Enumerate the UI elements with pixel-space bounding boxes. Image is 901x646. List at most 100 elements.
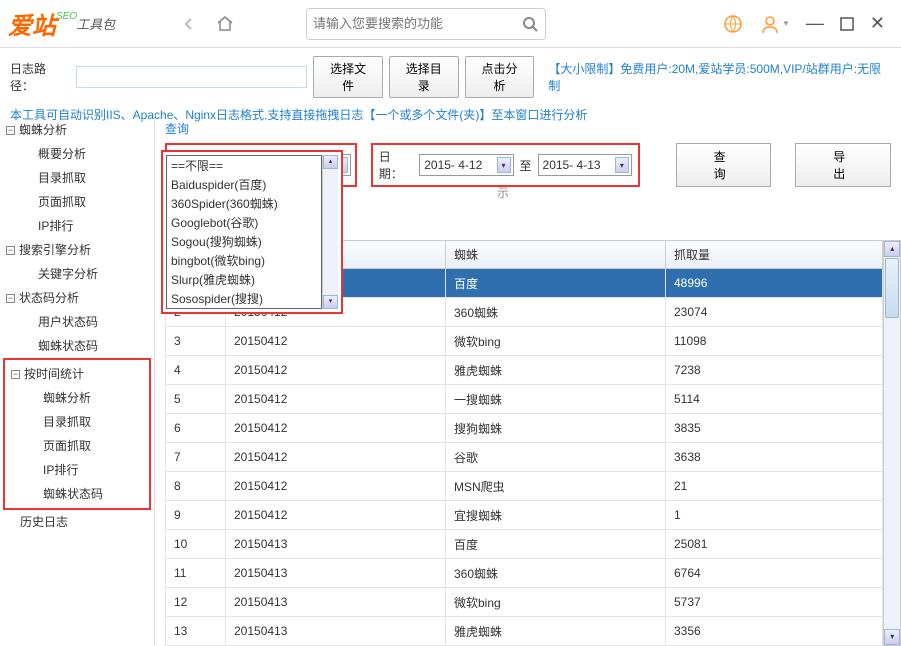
home-icon[interactable] [214,13,236,35]
cell-idx: 7 [166,443,226,472]
close-icon[interactable]: ✕ [870,13,885,34]
table-row[interactable]: 720150412谷歌3638 [166,443,883,472]
sidebar-item-dir-crawl[interactable]: 目录抓取 [0,166,154,190]
cell-spider: 微软bing [446,327,666,356]
cell-count: 3356 [666,617,883,646]
table-scrollbar[interactable]: ▴ ▾ [883,240,901,646]
cell-spider: 360蜘蛛 [446,298,666,327]
sidebar-item-page-crawl[interactable]: 页面抓取 [0,190,154,214]
user-icon[interactable]: ▼ [760,14,790,34]
table-row[interactable]: 1220150413微软bing5737 [166,588,883,617]
sidebar-label: 状态码分析 [19,288,79,308]
table-row[interactable]: 320150412微软bing11098 [166,327,883,356]
logo-seo: SEO [56,11,77,22]
th-count[interactable]: 抓取量 [666,241,883,269]
cell-date: 20150412 [226,327,446,356]
cell-idx: 10 [166,530,226,559]
cell-date: 20150412 [226,385,446,414]
back-icon[interactable] [178,13,200,35]
logo-sub: 工具包 [76,14,115,33]
cell-idx: 13 [166,617,226,646]
sidebar-item-t-page[interactable]: 页面抓取 [5,434,149,458]
sidebar-group-status[interactable]: −状态码分析 [0,286,154,310]
cell-spider: 宜搜蜘蛛 [446,501,666,530]
table-row[interactable]: 420150412雅虎蜘蛛7238 [166,356,883,385]
dd-item[interactable]: Baiduspider(百度) [167,175,321,194]
cell-idx: 6 [166,414,226,443]
query-button[interactable]: 查 询 [676,143,772,187]
minimize-icon[interactable]: — [806,13,824,34]
sidebar-group-bytime[interactable]: −按时间统计 [5,362,149,386]
cell-spider: 百度 [446,269,666,298]
path-input[interactable] [76,66,308,88]
date-label: 日期： [379,148,414,182]
export-button[interactable]: 导 出 [795,143,891,187]
sidebar-item-ip-rank[interactable]: IP排行 [0,214,154,238]
scroll-thumb[interactable] [885,258,899,318]
maximize-icon[interactable] [840,17,854,31]
date-from-combo[interactable]: 2015- 4-12▾ [419,154,513,176]
search-box[interactable] [306,8,546,40]
cell-count: 3835 [666,414,883,443]
cell-count: 48996 [666,269,883,298]
table-row[interactable]: 820150412MSN爬虫21 [166,472,883,501]
dd-item[interactable]: ==不限== [167,156,321,175]
chevron-down-icon: ▼ [782,19,790,28]
dd-item[interactable]: Sogou(搜狗蜘蛛) [167,232,321,251]
sidebar-item-overview[interactable]: 概要分析 [0,142,154,166]
chevron-down-icon[interactable]: ▾ [497,157,511,173]
cell-idx: 3 [166,327,226,356]
query-link[interactable]: 查询 [165,122,189,136]
date-to-combo[interactable]: 2015- 4-13▾ [538,154,632,176]
path-label: 日志路径： [10,60,70,94]
scroll-down-icon[interactable]: ▾ [884,629,900,645]
cell-spider: 雅虎蜘蛛 [446,356,666,385]
dd-item[interactable]: bingbot(微软bing) [167,251,321,270]
cell-idx: 5 [166,385,226,414]
table-row[interactable]: 620150412搜狗蜘蛛3835 [166,414,883,443]
table-row[interactable]: 520150412一搜蜘蛛5114 [166,385,883,414]
sidebar-item-t-ip[interactable]: IP排行 [5,458,149,482]
cell-spider: 搜狗蜘蛛 [446,414,666,443]
cell-date: 20150412 [226,356,446,385]
sidebar-item-user-status[interactable]: 用户状态码 [0,310,154,334]
dd-item[interactable]: Googlebot(谷歌) [167,213,321,232]
scroll-down-icon[interactable]: ▾ [323,295,338,309]
spider-dropdown[interactable]: ==不限== Baiduspider(百度) 360Spider(360蜘蛛) … [166,155,322,309]
sidebar-label: 搜索引擎分析 [19,240,91,260]
table-row[interactable]: 1120150413360蜘蛛6764 [166,559,883,588]
select-file-button[interactable]: 选择文件 [313,56,383,98]
table-row[interactable]: 1020150413百度25081 [166,530,883,559]
sidebar-item-t-spider[interactable]: 蜘蛛分析 [5,386,149,410]
sidebar-item-t-status[interactable]: 蜘蛛状态码 [5,482,149,506]
sidebar-item-spider-status[interactable]: 蜘蛛状态码 [0,334,154,358]
sidebar-label: 历史日志 [20,512,68,532]
dd-item[interactable]: Sosospider(搜搜) [167,289,321,308]
table-row[interactable]: 920150412宜搜蜘蛛1 [166,501,883,530]
sidebar-group-spider[interactable]: −蜘蛛分析 [0,118,154,142]
scroll-up-icon[interactable]: ▴ [884,241,900,257]
date-filter-box: 日期： 2015- 4-12▾ 至 2015- 4-13▾ [371,143,640,187]
search-input[interactable] [313,16,521,31]
cell-date: 20150413 [226,559,446,588]
dropdown-scrollbar[interactable]: ▴ ▾ [322,155,338,309]
dd-item[interactable]: Slurp(雅虎蜘蛛) [167,270,321,289]
table-row[interactable]: 1320150413雅虎蜘蛛3356 [166,617,883,646]
date-to-label: 至 [520,157,532,174]
chevron-down-icon[interactable]: ▾ [615,157,629,173]
sidebar-group-search[interactable]: −搜索引擎分析 [0,238,154,262]
cell-date: 20150412 [226,414,446,443]
th-spider[interactable]: 蜘蛛 [446,241,666,269]
cell-spider: MSN爬虫 [446,472,666,501]
globe-icon[interactable] [722,13,744,35]
sidebar-item-t-dir[interactable]: 目录抓取 [5,410,149,434]
sidebar-item-keyword[interactable]: 关键字分析 [0,262,154,286]
sidebar-group-history[interactable]: 历史日志 [0,510,154,534]
select-dir-button[interactable]: 选择目录 [389,56,459,98]
logo: 爱站 SEO 工具包 [8,6,178,41]
dd-item[interactable]: 360Spider(360蜘蛛) [167,194,321,213]
cell-spider: 360蜘蛛 [446,559,666,588]
search-icon[interactable] [521,15,539,33]
analyze-button[interactable]: 点击分析 [465,56,535,98]
scroll-up-icon[interactable]: ▴ [323,155,338,169]
